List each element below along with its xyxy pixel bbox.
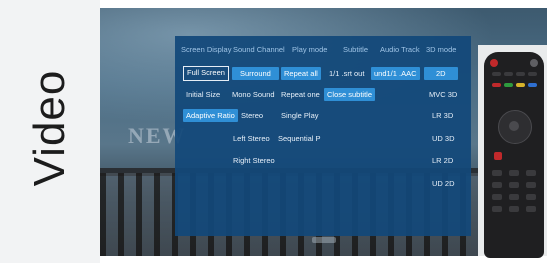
number-key-icon [492,206,502,212]
settings-menu: Screen Display Sound Channel Play mode S… [175,36,471,236]
remote-key-icon [516,72,525,76]
option-adaptive-ratio[interactable]: Adaptive Ratio [183,109,238,122]
header-audio-track[interactable]: Audio Track [380,45,420,54]
remote-key-icon [492,72,501,76]
option-right-stereo[interactable]: Right Stereo [233,154,275,167]
option-repeat-all[interactable]: Repeat all [281,67,321,80]
remote-key-icon [528,72,537,76]
option-surround[interactable]: Surround [232,67,279,80]
number-key-icon [492,182,502,188]
option-2d[interactable]: 2D [424,67,458,80]
bottom-hint [312,237,336,243]
number-key-icon [526,206,536,212]
option-lr-2d[interactable]: LR 2D [432,154,453,167]
yellow-key-icon [516,83,525,87]
red-key-icon [492,83,501,87]
number-key-icon [526,182,536,188]
number-key-icon [492,170,502,176]
number-key-icon [509,194,519,200]
option-full-screen[interactable]: Full Screen [183,66,229,81]
ok-button-icon [509,121,519,131]
header-screen-display[interactable]: Screen Display [181,45,231,54]
option-subtitle-track[interactable]: 1/1 .srt out [329,67,364,80]
number-key-icon [509,182,519,188]
option-ud-2d[interactable]: UD 2D [432,177,455,190]
option-initial-size[interactable]: Initial Size [186,88,220,101]
record-key-icon [494,152,502,160]
header-subtitle[interactable]: Subtitle [343,45,368,54]
option-stereo[interactable]: Stereo [241,109,263,122]
option-sequential-play[interactable]: Sequential P [278,132,321,145]
remote-top-button-icon [530,59,538,67]
option-repeat-one[interactable]: Repeat one [281,88,320,101]
option-left-stereo[interactable]: Left Stereo [233,132,270,145]
power-button-icon [490,59,498,67]
blue-key-icon [528,83,537,87]
green-key-icon [504,83,513,87]
number-key-icon [509,170,519,176]
remote-key-icon [504,72,513,76]
left-panel: Video [0,0,100,263]
number-key-icon [526,170,536,176]
option-mvc-3d[interactable]: MVC 3D [429,88,457,101]
option-audio-track[interactable]: und1/1 .AAC [371,67,420,80]
number-key-icon [509,206,519,212]
option-single-play[interactable]: Single Play [281,109,319,122]
option-ud-3d[interactable]: UD 3D [432,132,455,145]
side-label: Video [25,69,74,187]
header-3d-mode[interactable]: 3D mode [426,45,456,54]
number-key-icon [492,194,502,200]
option-close-subtitle[interactable]: Close subtitle [324,88,376,101]
option-mono-sound[interactable]: Mono Sound [232,88,275,101]
header-play-mode[interactable]: Play mode [292,45,327,54]
header-sound-channel[interactable]: Sound Channel [233,45,285,54]
number-key-icon [526,194,536,200]
option-lr-3d[interactable]: LR 3D [432,109,453,122]
remote-control-image [484,52,544,258]
